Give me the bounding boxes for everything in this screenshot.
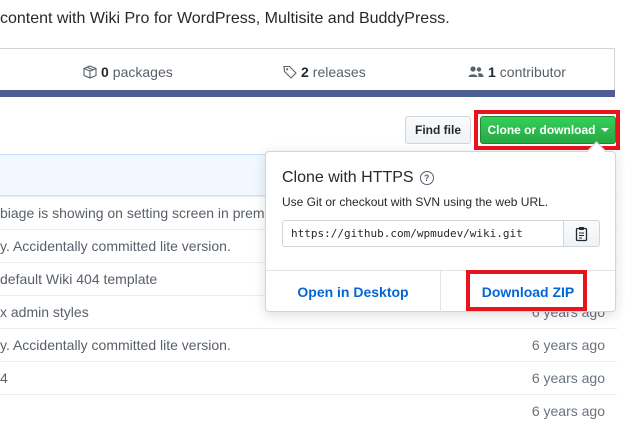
packages-count: 0 — [101, 64, 109, 80]
popover-title-text: Clone with HTTPS — [282, 169, 414, 186]
popover-description: Use Git or checkout with SVN using the w… — [282, 195, 549, 209]
packages-summary[interactable]: 0 packages — [83, 64, 173, 80]
page: content with Wiki Pro for WordPress, Mul… — [0, 0, 625, 430]
tag-icon — [283, 65, 297, 79]
latest-commit-bar — [0, 154, 268, 196]
find-file-button[interactable]: Find file — [405, 116, 471, 144]
contributors-label: contributor — [499, 64, 566, 80]
repo-description: content with Wiki Pro for WordPress, Mul… — [0, 10, 450, 27]
popover-title: Clone with HTTPS ? — [282, 169, 434, 187]
highlight-box-download — [466, 270, 587, 311]
commit-age: 6 years ago — [531, 403, 605, 419]
releases-count: 2 — [301, 64, 309, 80]
commit-message[interactable]: default Wiki 404 template — [0, 271, 157, 287]
releases-label: releases — [312, 64, 366, 80]
commit-message[interactable]: 4 — [0, 370, 8, 386]
contributors-count: 1 — [488, 64, 496, 80]
contributors-summary[interactable]: 1 contributor — [468, 64, 566, 80]
commit-message[interactable]: y. Accidentally committed lite version. — [0, 238, 231, 254]
clone-url-input[interactable] — [282, 220, 564, 247]
repo-summary-bar: 0 packages 2 releases 1 contributor — [0, 48, 615, 96]
language-bar[interactable] — [0, 90, 615, 97]
file-row[interactable]: y. Accidentally committed lite version. … — [0, 328, 617, 361]
releases-summary[interactable]: 2 releases — [283, 64, 366, 80]
commit-message[interactable]: y. Accidentally committed lite version. — [0, 337, 231, 353]
copy-url-button[interactable] — [563, 220, 600, 247]
clipboard-icon — [575, 226, 587, 241]
file-row[interactable]: 4 6 years ago — [0, 361, 617, 394]
open-in-desktop-button[interactable]: Open in Desktop — [266, 271, 440, 312]
commit-message[interactable]: biage is showing on setting screen in pr… — [0, 205, 268, 221]
people-icon — [468, 66, 484, 77]
package-icon — [83, 65, 97, 79]
commit-age: 6 years ago — [531, 337, 605, 353]
file-row[interactable]: 6 years ago — [0, 394, 617, 427]
packages-label: packages — [112, 64, 173, 80]
clone-url-group — [282, 220, 600, 247]
commit-age: 6 years ago — [531, 370, 605, 386]
question-icon[interactable]: ? — [419, 171, 434, 185]
commit-message[interactable]: x admin styles — [0, 304, 89, 320]
